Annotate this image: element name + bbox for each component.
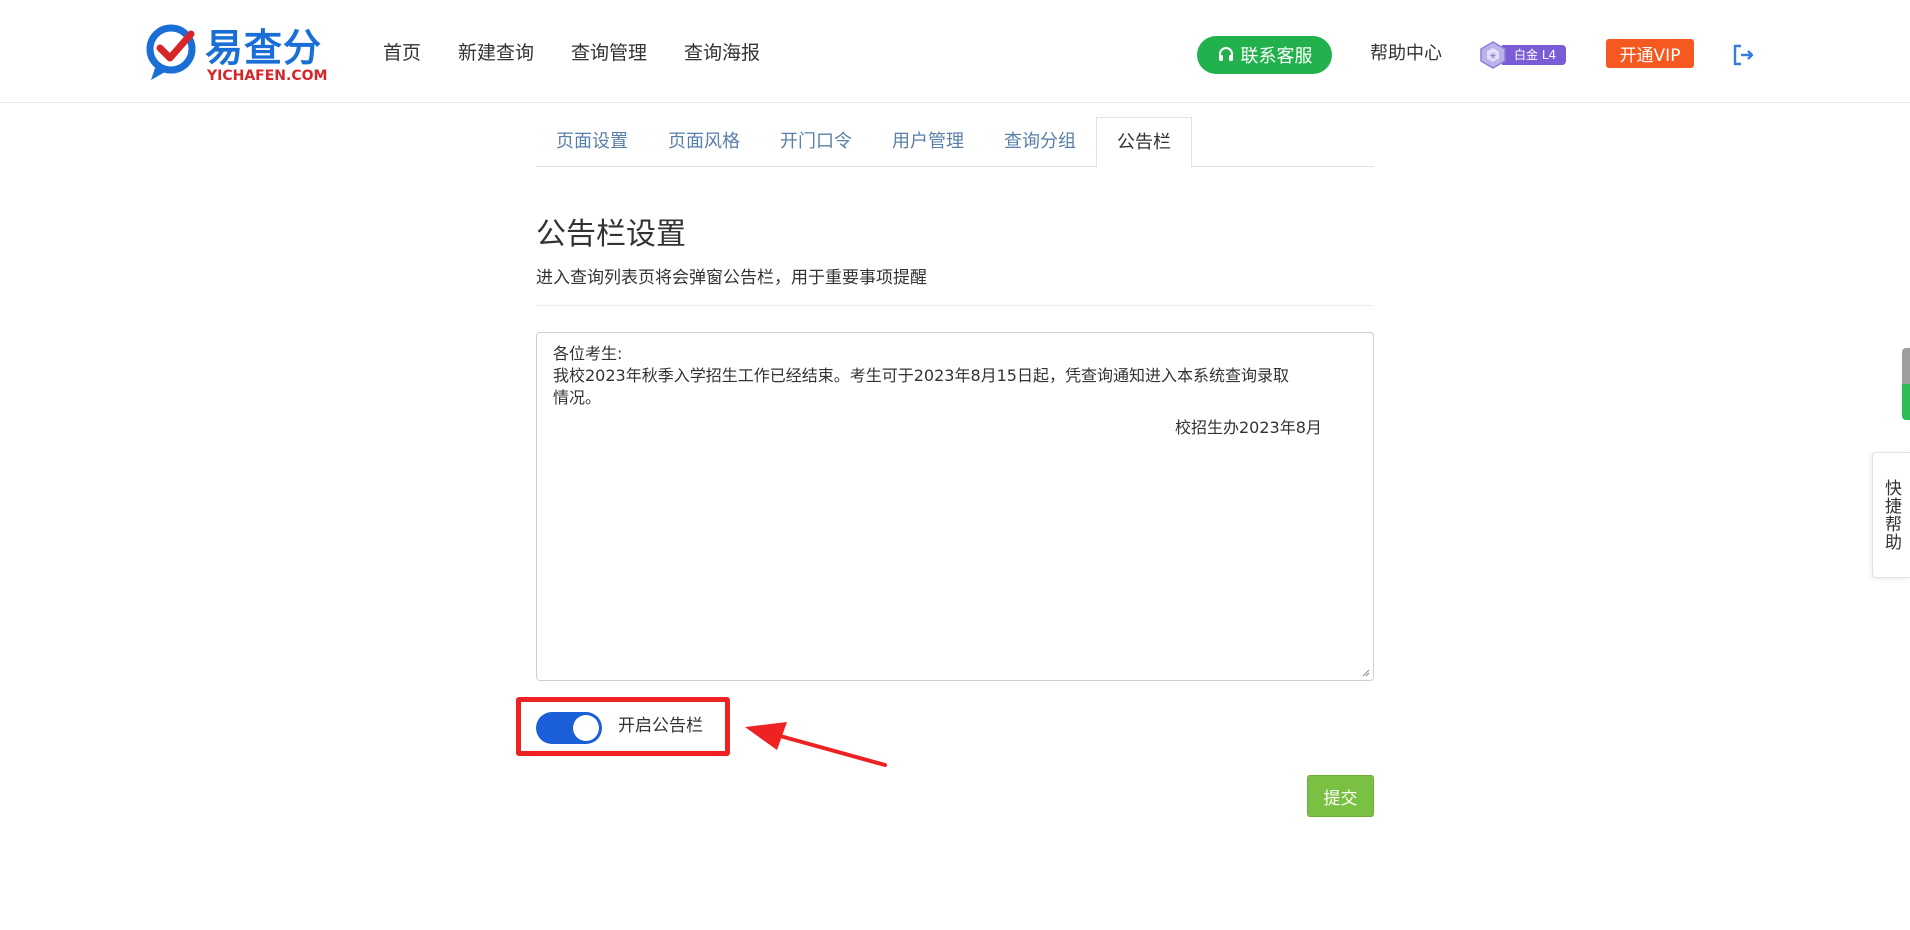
logo-subtext: YICHAFEN.COM [207,68,328,84]
svg-text:✳: ✳ [1489,52,1497,62]
section-description: 进入查询列表页将会弹窗公告栏，用于重要事项提醒 [536,268,927,288]
main-nav: 首页 新建查询 查询管理 查询海报 [383,40,797,66]
contact-service-button[interactable]: 联系客服 [1197,36,1332,74]
submit-button[interactable]: 提交 [1307,775,1374,817]
nav-item-query-manage[interactable]: 查询管理 [571,40,647,66]
help-center-link[interactable]: 帮助中心 [1370,42,1442,66]
notice-toggle-switch[interactable] [536,712,602,744]
nav-item-new-query[interactable]: 新建查询 [458,40,534,66]
notice-textarea[interactable]: 各位考生: 我校2023年秋季入学招生工作已经结束。考生可于2023年8月15日… [536,332,1374,681]
tab-user-manage[interactable]: 用户管理 [872,117,984,167]
tab-query-group[interactable]: 查询分组 [984,117,1096,167]
tab-door-password[interactable]: 开门口令 [760,117,872,167]
divider [536,305,1374,306]
nav-item-query-poster[interactable]: 查询海报 [684,40,760,66]
page-title: 公告栏设置 [536,217,686,252]
notice-line: 各位考生: [553,344,623,363]
toggle-label: 开启公告栏 [618,716,703,736]
level-badge[interactable]: ✳ 白金 L4 [1478,41,1567,69]
platinum-gem-icon: ✳ [1480,41,1506,69]
quick-help-label: 快捷帮助 [1881,479,1901,551]
notice-line: 我校2023年秋季入学招生工作已经结束。考生可于2023年8月15日起，凭查询通… [553,366,1289,385]
headset-icon [1218,47,1233,61]
notice-line: 情况。 [553,388,602,407]
side-scroll-indicator[interactable] [1902,348,1910,420]
resize-handle-icon[interactable] [1360,667,1370,677]
logout-icon[interactable] [1730,42,1756,68]
logo-text: 易查分 [205,26,323,70]
arrow-annotation-icon [745,722,887,767]
tab-page-settings[interactable]: 页面设置 [536,117,648,167]
top-header: 易查分 YICHAFEN.COM 首页 新建查询 查询管理 查询海报 联系客服 … [0,0,1910,103]
notice-signature: 校招生办2023年8月 [1175,418,1322,437]
tab-page-style[interactable]: 页面风格 [648,117,760,167]
level-badge-label: 白金 L4 [1502,45,1567,65]
quick-help-button[interactable]: 快捷帮助 [1872,452,1910,578]
toggle-knob [573,715,599,741]
settings-tabs: 页面设置 页面风格 开门口令 用户管理 查询分组 公告栏 [536,117,1374,168]
logo-mark-icon [146,24,196,80]
contact-service-label: 联系客服 [1240,46,1313,67]
logo[interactable]: 易查分 YICHAFEN.COM [145,22,328,84]
nav-item-home[interactable]: 首页 [383,40,421,66]
tab-notice-board[interactable]: 公告栏 [1096,117,1192,168]
open-vip-button[interactable]: 开通VIP [1606,39,1694,68]
